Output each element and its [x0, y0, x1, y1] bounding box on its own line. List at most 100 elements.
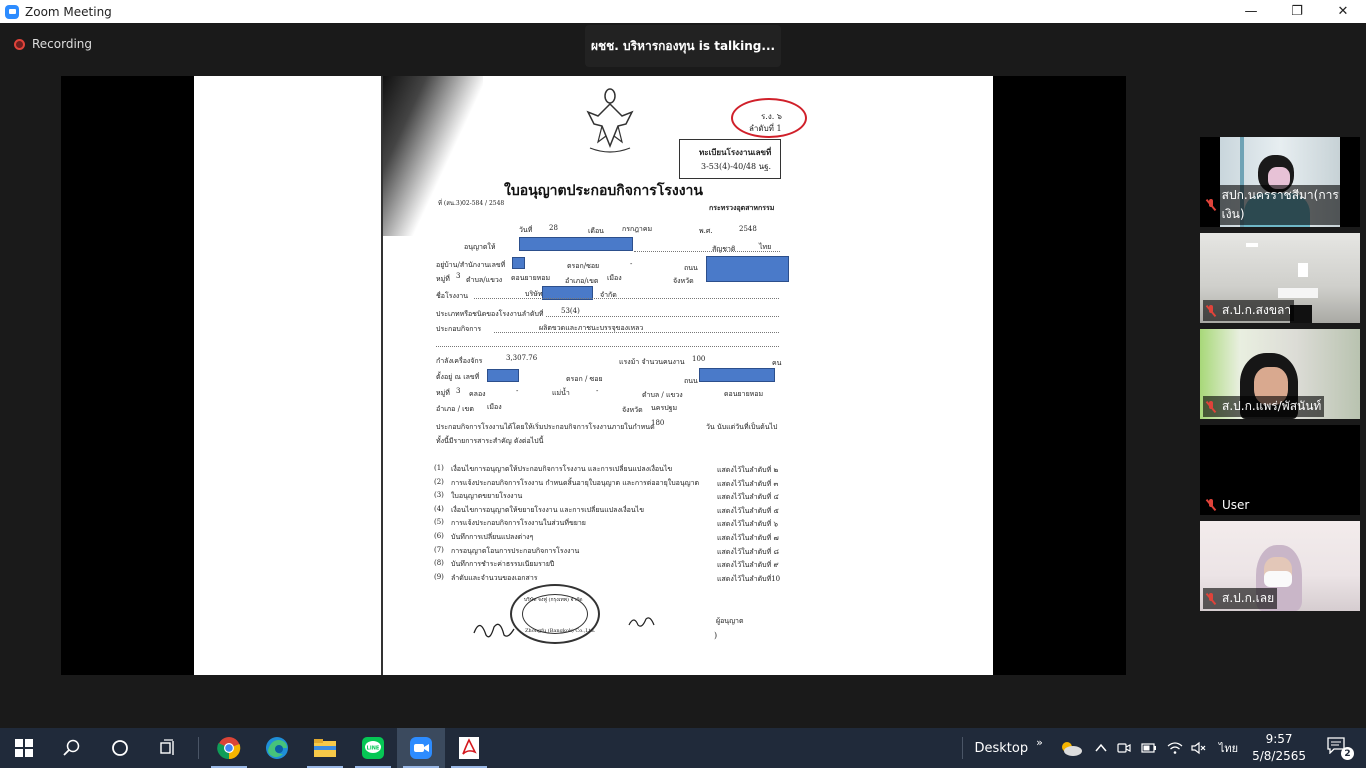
mic-muted-icon — [1206, 592, 1216, 605]
condition-item-text: บันทึกการเปลี่ยนแปลงต่างๆ — [451, 533, 534, 541]
participant-tile[interactable]: สปก.นครราชสีมา(การเงิน) — [1200, 137, 1360, 227]
factory-type-value: 53(4) — [561, 307, 580, 315]
participant-tile[interactable]: ส.ป.ก.เลย — [1200, 521, 1360, 611]
river-label: แม่น้ำ — [552, 389, 570, 397]
moo-label: หมู่ที่ — [436, 275, 450, 283]
zoom-app-icon — [5, 4, 19, 19]
video-light — [1246, 243, 1258, 247]
acrobat-icon[interactable] — [445, 728, 493, 768]
meet-now-icon[interactable] — [1117, 741, 1131, 755]
district2-value: เมือง — [487, 403, 502, 411]
date-label: วันที่ — [519, 226, 533, 234]
company-suffix: จำกัด — [600, 291, 617, 299]
power-label: กำลังเครื่องจักร — [436, 357, 483, 365]
moo2-value: 3 — [456, 387, 461, 395]
canal-label: คลอง — [469, 390, 486, 398]
window-titlebar: Zoom Meeting — ❐ ✕ — [0, 0, 1366, 23]
notification-center-button[interactable]: 2 — [1326, 736, 1354, 760]
desktop-toolbar-label[interactable]: Desktop — [975, 741, 1029, 756]
active-speaker-banner: ผชช. บริหารกองทุน is talking... — [585, 25, 781, 67]
condition-item-number: (8) — [434, 559, 444, 568]
start-suffix: วัน นับแต่วันที่เป็นต้นไป — [706, 423, 778, 431]
clock-time: 9:57 — [1265, 732, 1293, 746]
file-explorer-icon[interactable] — [301, 728, 349, 768]
window-controls: — ❐ ✕ — [1228, 0, 1366, 23]
form-order: ลำดับที่ 1 — [749, 124, 782, 133]
notification-badge: 2 — [1341, 747, 1354, 760]
condition-item-text: เงื่อนไขการอนุญาตให้ประกอบกิจการโรงงาน แ… — [451, 465, 673, 473]
meeting-area: Recording ผชช. บริหารกองทุน is talking..… — [0, 23, 1366, 728]
condition-item-text: การแจ้งประกอบกิจการโรงงาน กำหนดสิ้นอายุใ… — [451, 478, 700, 487]
subdistrict2-value: ดอนยายหอม — [724, 390, 764, 398]
date-day: 28 — [549, 224, 558, 232]
toolbar-chevron-icon[interactable]: » — [1036, 736, 1043, 749]
system-tray: Desktop » ไทย 9:57 5/8/2565 2 — [956, 728, 1366, 768]
maximize-button[interactable]: ❐ — [1274, 0, 1320, 23]
condition-item-text: บันทึกการชำระค่าธรรมเนียมรายปี — [451, 560, 555, 569]
chrome-icon[interactable] — [205, 728, 253, 768]
road-label: ถนน — [684, 264, 698, 272]
registration-box — [679, 139, 781, 179]
edge-icon[interactable] — [253, 728, 301, 768]
participant-tile[interactable]: ส.ป.ก.สงขลา — [1200, 233, 1360, 323]
task-view-icon[interactable] — [144, 728, 192, 768]
redaction-road2 — [699, 368, 775, 382]
windows-taskbar: LINE Desktop » ไทย 9:57 5/8/2565 2 — [0, 728, 1366, 768]
clock[interactable]: 9:57 5/8/2565 — [1252, 731, 1306, 765]
condition-item-ref: แสดงไว้ในลำดับที่ ๘ — [717, 547, 779, 556]
minimize-button[interactable]: — — [1228, 0, 1274, 23]
form-line — [494, 332, 779, 333]
participant-tile[interactable]: User — [1200, 425, 1360, 515]
close-button[interactable]: ✕ — [1320, 0, 1366, 23]
cortana-icon[interactable] — [96, 728, 144, 768]
mic-muted-icon — [1206, 304, 1216, 317]
seal-text: บริษัท จงฟู (กรุงเทพ) จำกัด — [524, 597, 583, 603]
province2-label: จังหวัด — [622, 406, 643, 414]
condition-item-text: เงื่อนไขการอนุญาตให้ขยายโรงงาน และการเปล… — [451, 505, 644, 514]
district2-label: อำเภอ / เขต — [436, 405, 474, 413]
ministry-name: กระทรวงอุตสาหกรรม — [709, 203, 775, 212]
input-language[interactable]: ไทย — [1219, 739, 1238, 757]
tray-separator — [961, 737, 963, 759]
form-line — [436, 346, 779, 347]
subdistrict-value: ดอนยายหอม — [511, 274, 551, 282]
participant-name: สปก.นครราชสีมา(การเงิน) — [1203, 185, 1360, 225]
recording-indicator[interactable]: Recording — [14, 37, 92, 51]
search-icon[interactable] — [48, 728, 96, 768]
zoom-icon[interactable] — [397, 728, 445, 768]
taskbar-separator — [198, 737, 199, 759]
start-icon[interactable] — [0, 728, 48, 768]
participant-tile[interactable]: ส.ป.ก.แพร่/พัสนันท์ — [1200, 329, 1360, 419]
month-label: เดือน — [588, 227, 604, 235]
reference-number: ที่ (สน.3)02-584 / 2548 — [438, 200, 505, 207]
form-line — [634, 251, 780, 252]
mic-muted-icon — [1206, 400, 1216, 413]
condition-item-text: การอนุญาตโอนการประกอบกิจการโรงงาน — [451, 546, 580, 555]
condition-item-number: (9) — [434, 572, 444, 581]
clock-date: 5/8/2565 — [1252, 749, 1306, 763]
condition-item-ref: แสดงไว้ในลำดับที่ ๖ — [717, 520, 778, 529]
chevron-up-icon[interactable] — [1095, 742, 1107, 754]
condition-item-number: (6) — [434, 532, 444, 540]
wifi-icon[interactable] — [1167, 741, 1183, 755]
redaction-address — [512, 257, 525, 269]
line-icon[interactable]: LINE — [349, 728, 397, 768]
start-days: 180 — [651, 419, 665, 427]
condition-item-number: (1) — [434, 464, 444, 472]
moo2-label: หมู่ที่ — [436, 389, 450, 397]
volume-muted-icon[interactable] — [1191, 741, 1207, 755]
video-light — [1298, 263, 1308, 277]
window-title: Zoom Meeting — [25, 4, 112, 19]
weather-icon[interactable] — [1059, 740, 1083, 756]
garuda-emblem-icon — [586, 88, 634, 153]
participant-name: ส.ป.ก.แพร่/พัสนันท์ — [1203, 396, 1325, 417]
condition-item-ref: แสดงไว้ในลำดับที่ ๓ — [717, 479, 779, 488]
mic-muted-icon — [1206, 499, 1216, 511]
licensee-label: อนุญาตให้ — [464, 243, 496, 251]
battery-icon[interactable] — [1141, 742, 1157, 754]
shared-document: ร.ง. ๖ ลำดับที่ 1 ทะเบียนโรงงานเลขที่ 3-… — [194, 76, 993, 675]
shared-screen: ร.ง. ๖ ลำดับที่ 1 ทะเบียนโรงงานเลขที่ 3-… — [61, 76, 1126, 675]
redaction-licensee — [519, 237, 633, 251]
form-line — [546, 316, 779, 317]
canal-value: - — [516, 387, 519, 395]
